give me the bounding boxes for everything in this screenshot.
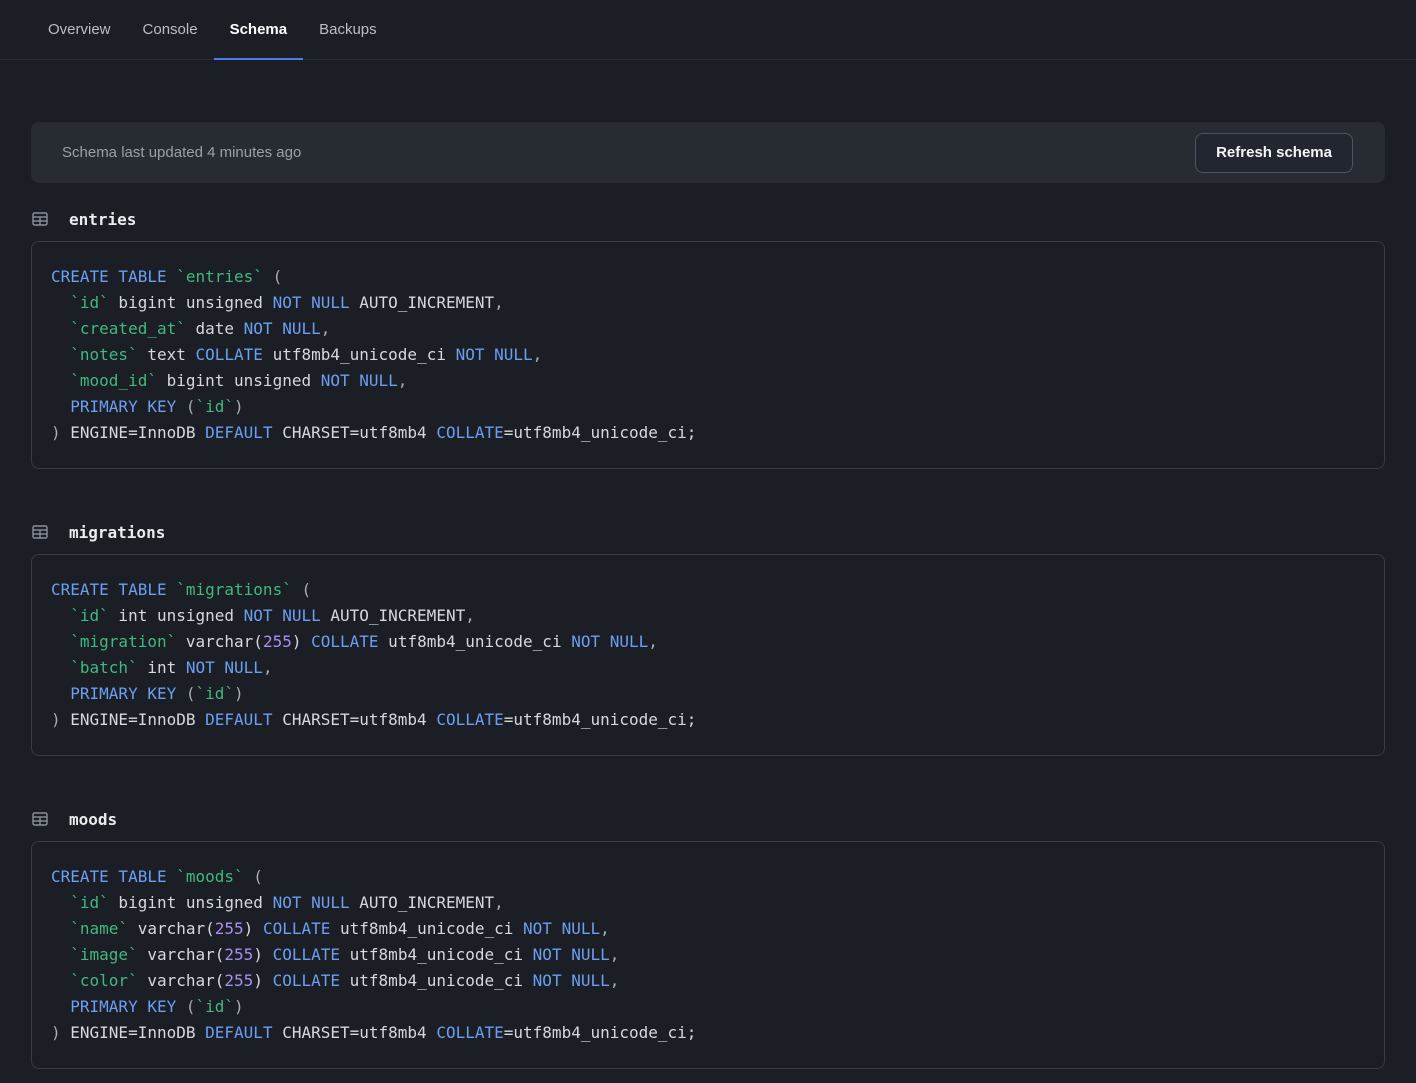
create-table-sql: CREATE TABLE `migrations` ( `id` int uns… bbox=[31, 554, 1385, 756]
sql-line: ) ENGINE=InnoDB DEFAULT CHARSET=utf8mb4 … bbox=[51, 420, 1364, 446]
table-header: moods bbox=[31, 809, 1385, 829]
sql-line: `mood_id` bigint unsigned NOT NULL, bbox=[51, 368, 1364, 394]
create-table-sql: CREATE TABLE `moods` ( `id` bigint unsig… bbox=[31, 841, 1385, 1069]
sql-line: `name` varchar(255) COLLATE utf8mb4_unic… bbox=[51, 916, 1364, 942]
table-icon bbox=[31, 523, 49, 541]
sql-line: ) ENGINE=InnoDB DEFAULT CHARSET=utf8mb4 … bbox=[51, 1020, 1364, 1046]
sql-line: `created_at` date NOT NULL, bbox=[51, 316, 1364, 342]
sql-line: `id` int unsigned NOT NULL AUTO_INCREMEN… bbox=[51, 603, 1364, 629]
sql-line: PRIMARY KEY (`id`) bbox=[51, 394, 1364, 420]
create-table-sql: CREATE TABLE `entries` ( `id` bigint uns… bbox=[31, 241, 1385, 469]
table-header: entries bbox=[31, 209, 1385, 229]
sql-line: `migration` varchar(255) COLLATE utf8mb4… bbox=[51, 629, 1364, 655]
table-name: moods bbox=[69, 810, 117, 829]
sql-line: `id` bigint unsigned NOT NULL AUTO_INCRE… bbox=[51, 290, 1364, 316]
tab-schema[interactable]: Schema bbox=[214, 0, 304, 60]
sql-line: `batch` int NOT NULL, bbox=[51, 655, 1364, 681]
refresh-schema-button[interactable]: Refresh schema bbox=[1195, 133, 1353, 173]
tab-backups[interactable]: Backups bbox=[303, 0, 393, 60]
table-name: entries bbox=[69, 210, 136, 229]
table-name: migrations bbox=[69, 523, 165, 542]
schema-tables-list: entries CREATE TABLE `entries` ( `id` big… bbox=[31, 209, 1385, 1069]
table-icon bbox=[31, 810, 49, 828]
sql-line: PRIMARY KEY (`id`) bbox=[51, 681, 1364, 707]
sql-line: `id` bigint unsigned NOT NULL AUTO_INCRE… bbox=[51, 890, 1364, 916]
top-nav: Overview Console Schema Backups bbox=[0, 0, 1416, 60]
sql-line: PRIMARY KEY (`id`) bbox=[51, 994, 1364, 1020]
schema-status-bar: Schema last updated 4 minutes ago Refres… bbox=[31, 122, 1385, 183]
schema-last-updated-text: Schema last updated 4 minutes ago bbox=[62, 144, 301, 161]
sql-line: ) ENGINE=InnoDB DEFAULT CHARSET=utf8mb4 … bbox=[51, 707, 1364, 733]
sql-line: `color` varchar(255) COLLATE utf8mb4_uni… bbox=[51, 968, 1364, 994]
table-section-moods: moods CREATE TABLE `moods` ( `id` bigint … bbox=[31, 809, 1385, 1069]
sql-line: CREATE TABLE `migrations` ( bbox=[51, 577, 1364, 603]
sql-line: CREATE TABLE `moods` ( bbox=[51, 864, 1364, 890]
tab-overview[interactable]: Overview bbox=[32, 0, 127, 60]
table-section-entries: entries CREATE TABLE `entries` ( `id` big… bbox=[31, 209, 1385, 469]
sql-line: `image` varchar(255) COLLATE utf8mb4_uni… bbox=[51, 942, 1364, 968]
table-icon bbox=[31, 210, 49, 228]
sql-line: `notes` text COLLATE utf8mb4_unicode_ci … bbox=[51, 342, 1364, 368]
sql-line: CREATE TABLE `entries` ( bbox=[51, 264, 1364, 290]
tab-console[interactable]: Console bbox=[127, 0, 214, 60]
table-header: migrations bbox=[31, 522, 1385, 542]
table-section-migrations: migrations CREATE TABLE `migrations` ( `i… bbox=[31, 522, 1385, 756]
